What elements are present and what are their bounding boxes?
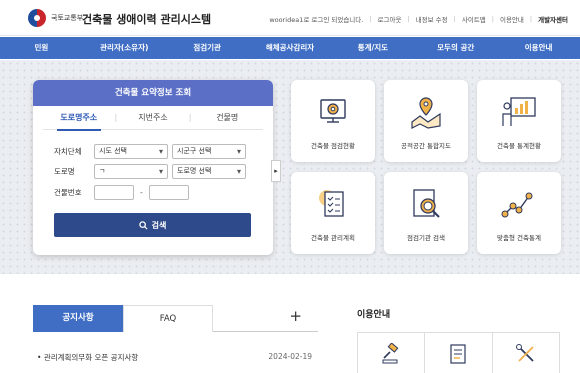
nav-item-inspection-agency[interactable]: 점검기관 — [166, 37, 249, 59]
checklist-icon — [319, 190, 344, 217]
nav-item-manager[interactable]: 관리자(소유자) — [83, 37, 166, 59]
region-label: 자치단체 — [54, 147, 82, 156]
address-type-tabs: 도로명주소 | 지번주소 | 건물명 — [43, 106, 263, 131]
guide-item[interactable] — [493, 333, 559, 373]
nav-item-stats-map[interactable]: 통계/지도 — [331, 37, 414, 59]
road-row: 도로명 ㄱ 도로명 선택 — [54, 164, 250, 179]
tab-notice[interactable]: 공지사항 — [33, 305, 123, 332]
login-status: wooridea1로 로그인 되었습니다. — [269, 16, 364, 24]
guide-item[interactable] — [425, 333, 493, 373]
tile-building-statistics[interactable]: 건축물 통계현황 — [477, 80, 561, 162]
tile-label: 건축물 점검현황 — [311, 142, 355, 150]
tile-label: 건축물 관리계획 — [311, 234, 355, 242]
number-separator: - — [140, 188, 143, 197]
building-number-row: 건물번호 - — [54, 185, 189, 200]
document-search-icon — [413, 189, 440, 218]
tab-faq[interactable]: FAQ — [123, 305, 213, 332]
tile-label: 점검기관 검색 — [407, 234, 445, 242]
guide-section-title: 이용안내 — [357, 310, 391, 320]
utility-links: wooridea1로 로그인 되었습니다. | 로그아웃 | 내정보 수정 | … — [269, 14, 568, 24]
developer-center-link[interactable]: 개발자센터 — [538, 14, 568, 24]
edit-profile-link[interactable]: 내정보 수정 — [416, 14, 448, 24]
statistics-board-icon — [502, 97, 536, 126]
tile-label: 공적공간 통합지도 — [401, 142, 451, 150]
tile-custom-statistics[interactable]: 맞춤형 건축통계 — [477, 172, 561, 254]
tile-management-plan[interactable]: 건축물 관리계획 — [291, 172, 375, 254]
system-title[interactable]: 건축물 생애이력 관리시스템 — [82, 11, 211, 27]
logout-link[interactable]: 로그아웃 — [378, 14, 402, 24]
tile-label: 맞춤형 건축통계 — [497, 234, 541, 242]
more-plus-button[interactable]: + — [289, 307, 302, 325]
search-icon — [138, 220, 148, 230]
nav-item-demolition-supervisor[interactable]: 해체공사감리자 — [249, 37, 332, 59]
inspection-monitor-icon — [320, 99, 346, 123]
road-name-select[interactable]: 도로명 선택 — [172, 164, 246, 179]
gavel-icon — [382, 343, 399, 364]
tab-lot-address[interactable]: 지번주소 — [117, 106, 189, 130]
guide-item[interactable] — [358, 333, 426, 373]
notice-title: • 관리계획의무화 오픈 공지사항 — [37, 353, 139, 362]
line-chart-icon — [501, 192, 533, 218]
site-header: 국토교통부 건축물 생애이력 관리시스템 wooridea1로 로그인 되었습니… — [0, 0, 580, 36]
tile-label: 건축물 통계현황 — [497, 142, 541, 150]
ministry-logo[interactable]: 국토교통부 — [28, 9, 83, 27]
tile-public-space-map[interactable]: 공적공간 통합지도 — [384, 80, 468, 162]
search-button[interactable]: 검색 — [54, 213, 251, 237]
nav-item-guide[interactable]: 이용안내 — [497, 37, 580, 59]
sitemap-link[interactable]: 사이트맵 — [462, 14, 486, 24]
region-row: 자치단체 시도 선택 시군구 선택 — [54, 144, 250, 159]
tools-icon — [515, 344, 534, 362]
sido-select[interactable]: 시도 선택 — [94, 144, 168, 159]
nav-item-public-space[interactable]: 모두의 공간 — [414, 37, 497, 59]
nav-item-civil[interactable]: 민원 — [0, 37, 83, 59]
building-search-card: 건축물 요약정보 조회 도로명주소 | 지번주소 | 건물명 자치단체 시도 선… — [33, 80, 273, 255]
main-nav: 민원 관리자(소유자) 점검기관 해체공사감리자 통계/지도 모두의 공간 이용… — [0, 37, 580, 59]
document-icon — [450, 344, 466, 364]
search-button-label: 검색 — [151, 220, 167, 230]
tile-inspection-status[interactable]: 건축물 점검현황 — [291, 80, 375, 162]
search-card-title: 건축물 요약정보 조회 — [33, 80, 273, 106]
main-number-input[interactable] — [94, 185, 134, 200]
board-tabs: 공지사항 FAQ + — [33, 305, 318, 332]
notice-date: 2024-02-19 — [268, 352, 312, 361]
sigungu-select[interactable]: 시군구 선택 — [172, 144, 246, 159]
road-label: 도로명 — [54, 167, 75, 176]
initial-consonant-select[interactable]: ㄱ — [94, 164, 168, 179]
ministry-name: 국토교통부 — [51, 14, 84, 22]
building-number-label: 건물번호 — [54, 188, 82, 197]
guide-link[interactable]: 이용안내 — [500, 14, 524, 24]
tile-agency-search[interactable]: 점검기관 검색 — [384, 172, 468, 254]
emblem-icon — [28, 9, 46, 27]
tab-building-name[interactable]: 건물명 — [191, 106, 263, 130]
notice-list-item[interactable]: • 관리계획의무화 오픈 공지사항 2024-02-19 — [37, 352, 312, 363]
map-pin-icon — [411, 97, 441, 129]
tab-road-address[interactable]: 도로명주소 — [43, 106, 115, 131]
guide-panel — [357, 332, 560, 373]
sub-number-input[interactable] — [148, 185, 189, 200]
collapse-arrow-button[interactable]: ▸ — [271, 160, 281, 182]
